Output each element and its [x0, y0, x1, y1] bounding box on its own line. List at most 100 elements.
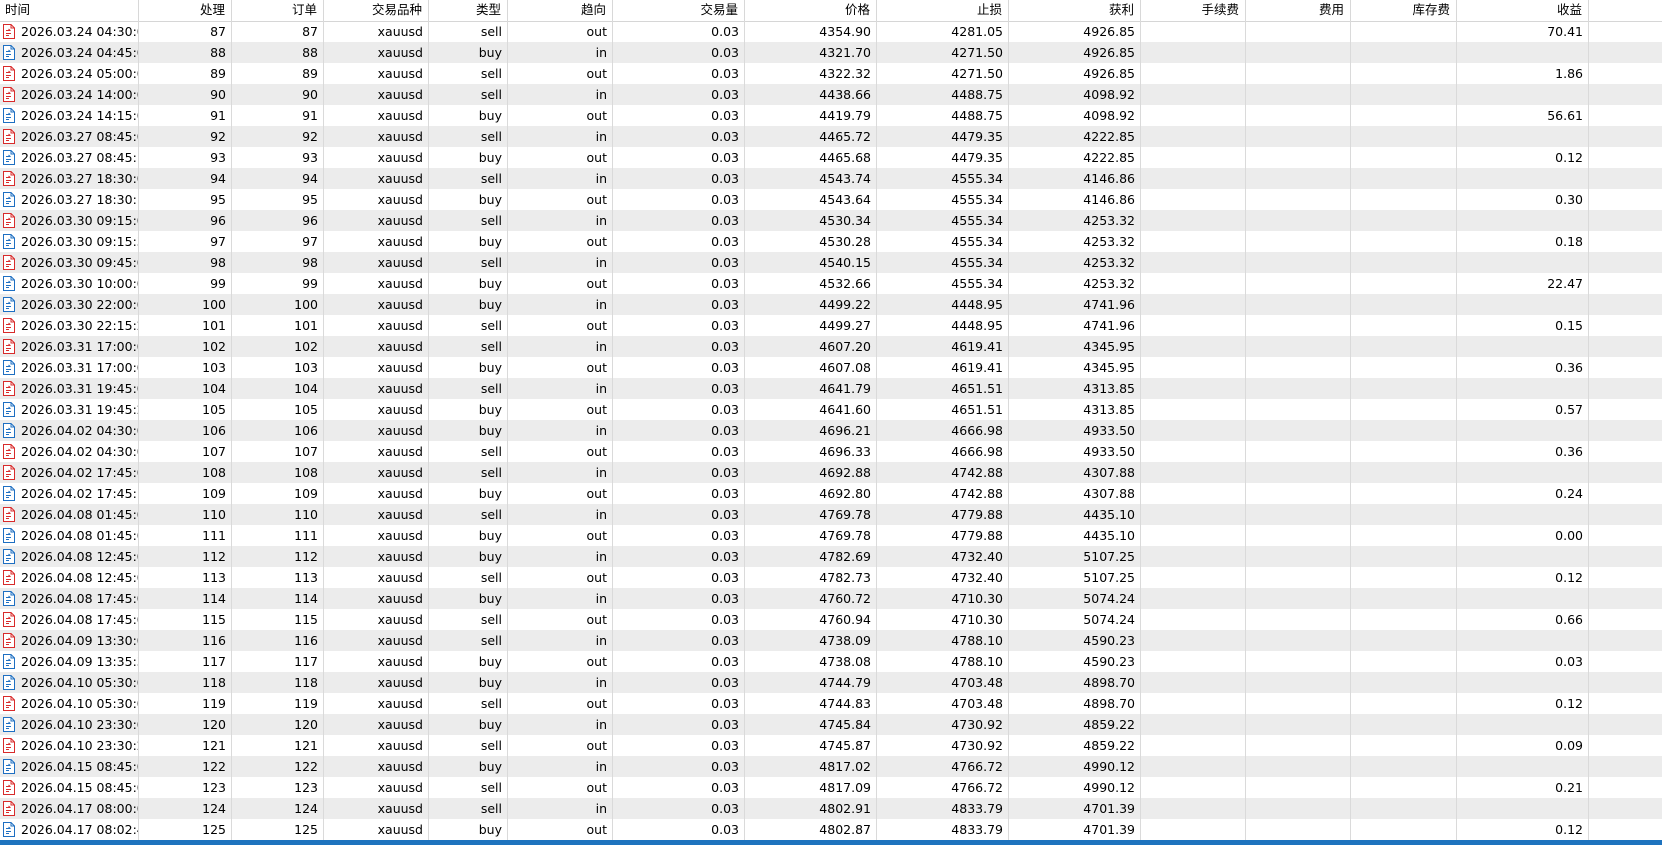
cell-type: buy — [429, 357, 508, 378]
cell-price: 4744.83 — [745, 693, 877, 714]
column-header-symbol[interactable]: 交易品种 — [324, 0, 429, 21]
cell-commission — [1141, 294, 1246, 315]
cell-profit: 0.00 — [1457, 525, 1589, 546]
table-row[interactable]: 2026.04.08 17:45:00114114xauusdbuyin0.03… — [0, 588, 1662, 609]
cell-direction: in — [508, 42, 613, 63]
table-row[interactable]: 2026.04.10 05:30:02119119xauusdsellout0.… — [0, 693, 1662, 714]
row-filler — [1589, 126, 1662, 147]
table-row[interactable]: 2026.03.30 10:00:009999xauusdbuyout0.034… — [0, 273, 1662, 294]
row-filler — [1589, 693, 1662, 714]
table-row[interactable]: 2026.04.10 23:30:00120120xauusdbuyin0.03… — [0, 714, 1662, 735]
table-row[interactable]: 2026.04.02 17:45:00108108xauusdsellin0.0… — [0, 462, 1662, 483]
column-header-tp[interactable]: 获利 — [1009, 0, 1141, 21]
table-row[interactable]: 2026.03.31 19:45:00104104xauusdsellin0.0… — [0, 378, 1662, 399]
cell-direction: in — [508, 588, 613, 609]
cell-order: 103 — [232, 357, 324, 378]
column-header-time[interactable]: 时间 — [0, 0, 139, 21]
table-row[interactable]: 2026.03.24 14:15:009191xauusdbuyout0.034… — [0, 105, 1662, 126]
cell-tp: 4253.32 — [1009, 231, 1141, 252]
cell-profit — [1457, 168, 1589, 189]
column-header-fee[interactable]: 费用 — [1246, 0, 1351, 21]
column-header-deal[interactable]: 处理 — [139, 0, 232, 21]
cell-time-text: 2026.04.08 17:45:00 — [21, 591, 138, 606]
cell-order: 102 — [232, 336, 324, 357]
table-row[interactable]: 2026.04.09 13:30:00116116xauusdsellin0.0… — [0, 630, 1662, 651]
row-filler — [1589, 399, 1662, 420]
cell-type: sell — [429, 126, 508, 147]
cell-time-text: 2026.04.15 08:45:00 — [21, 759, 138, 774]
table-row[interactable]: 2026.03.27 08:45:189393xauusdbuyout0.034… — [0, 147, 1662, 168]
table-row[interactable]: 2026.03.31 17:00:00102102xauusdsellin0.0… — [0, 336, 1662, 357]
table-row[interactable]: 2026.04.08 01:45:00110110xauusdsellin0.0… — [0, 504, 1662, 525]
buy-deal-icon — [3, 759, 15, 774]
row-filler — [1589, 546, 1662, 567]
cell-deal: 93 — [139, 147, 232, 168]
table-row[interactable]: 2026.04.08 01:45:05111111xauusdbuyout0.0… — [0, 525, 1662, 546]
column-header-sl[interactable]: 止损 — [877, 0, 1009, 21]
table-row[interactable]: 2026.04.15 08:45:00122122xauusdbuyin0.03… — [0, 756, 1662, 777]
cell-volume: 0.03 — [613, 42, 745, 63]
cell-direction: in — [508, 294, 613, 315]
cell-order: 123 — [232, 777, 324, 798]
table-row[interactable]: 2026.03.30 22:15:29101101xauusdsellout0.… — [0, 315, 1662, 336]
table-row[interactable]: 2026.04.02 04:30:00106106xauusdbuyin0.03… — [0, 420, 1662, 441]
table-row[interactable]: 2026.04.10 23:30:27121121xauusdsellout0.… — [0, 735, 1662, 756]
table-row[interactable]: 2026.03.30 09:15:009696xauusdsellin0.034… — [0, 210, 1662, 231]
cell-commission — [1141, 63, 1246, 84]
cell-commission — [1141, 147, 1246, 168]
table-row[interactable]: 2026.04.09 13:35:38117117xauusdbuyout0.0… — [0, 651, 1662, 672]
table-row[interactable]: 2026.04.10 05:30:00118118xauusdbuyin0.03… — [0, 672, 1662, 693]
cell-direction: in — [508, 84, 613, 105]
column-header-type[interactable]: 类型 — [429, 0, 508, 21]
column-header-commission[interactable]: 手续费 — [1141, 0, 1246, 21]
row-filler — [1589, 756, 1662, 777]
sell-deal-icon — [3, 612, 15, 627]
buy-deal-icon — [3, 423, 15, 438]
cell-direction: out — [508, 21, 613, 42]
column-header-direction[interactable]: 趋向 — [508, 0, 613, 21]
table-row[interactable]: 2026.03.27 18:30:009494xauusdsellin0.034… — [0, 168, 1662, 189]
table-row[interactable]: 2026.04.08 17:45:01115115xauusdsellout0.… — [0, 609, 1662, 630]
table-row[interactable]: 2026.03.24 04:45:008888xauusdbuyin0.0343… — [0, 42, 1662, 63]
table-row[interactable]: 2026.03.30 22:00:00100100xauusdbuyin0.03… — [0, 294, 1662, 315]
table-row[interactable]: 2026.03.27 08:45:009292xauusdsellin0.034… — [0, 126, 1662, 147]
column-header-volume[interactable]: 交易量 — [613, 0, 745, 21]
cell-fee — [1246, 336, 1351, 357]
table-row[interactable]: 2026.03.31 19:45:29105105xauusdbuyout0.0… — [0, 399, 1662, 420]
cell-symbol: xauusd — [324, 378, 429, 399]
cell-order: 121 — [232, 735, 324, 756]
table-row[interactable]: 2026.04.08 12:45:00112112xauusdbuyin0.03… — [0, 546, 1662, 567]
cell-volume: 0.03 — [613, 273, 745, 294]
table-row[interactable]: 2026.04.02 04:30:01107107xauusdsellout0.… — [0, 441, 1662, 462]
table-row[interactable]: 2026.04.15 08:45:01123123xauusdsellout0.… — [0, 777, 1662, 798]
table-row[interactable]: 2026.04.02 17:45:19109109xauusdbuyout0.0… — [0, 483, 1662, 504]
table-row[interactable]: 2026.04.17 08:02:40125125xauusdbuyout0.0… — [0, 819, 1662, 840]
cell-type: buy — [429, 546, 508, 567]
cell-profit: 0.30 — [1457, 189, 1589, 210]
selected-row-bar[interactable] — [0, 840, 1662, 845]
table-row[interactable]: 2026.03.27 18:30:189595xauusdbuyout0.034… — [0, 189, 1662, 210]
table-row[interactable]: 2026.03.24 14:00:009090xauusdsellin0.034… — [0, 84, 1662, 105]
table-row[interactable]: 2026.03.30 09:15:309797xauusdbuyout0.034… — [0, 231, 1662, 252]
cell-sl: 4788.10 — [877, 651, 1009, 672]
table-row[interactable]: 2026.03.24 04:30:008787xauusdsellout0.03… — [0, 21, 1662, 42]
table-row[interactable]: 2026.03.30 09:45:009898xauusdsellin0.034… — [0, 252, 1662, 273]
cell-time-text: 2026.03.31 17:00:00 — [21, 339, 138, 354]
cell-type: buy — [429, 819, 508, 840]
cell-order: 113 — [232, 567, 324, 588]
table-row[interactable]: 2026.04.17 08:00:00124124xauusdsellin0.0… — [0, 798, 1662, 819]
cell-symbol: xauusd — [324, 168, 429, 189]
column-header-price[interactable]: 价格 — [745, 0, 877, 21]
column-header-profit[interactable]: 收益 — [1457, 0, 1589, 21]
column-header-swap[interactable]: 库存费 — [1351, 0, 1457, 21]
column-header-order[interactable]: 订单 — [232, 0, 324, 21]
table-row[interactable]: 2026.03.24 05:00:008989xauusdsellout0.03… — [0, 63, 1662, 84]
cell-symbol: xauusd — [324, 777, 429, 798]
table-row[interactable]: 2026.04.08 12:45:01113113xauusdsellout0.… — [0, 567, 1662, 588]
sell-deal-icon — [3, 213, 15, 228]
cell-price: 4745.84 — [745, 714, 877, 735]
cell-type: buy — [429, 42, 508, 63]
table-row[interactable]: 2026.03.31 17:00:00103103xauusdbuyout0.0… — [0, 357, 1662, 378]
cell-profit: 22.47 — [1457, 273, 1589, 294]
cell-symbol: xauusd — [324, 798, 429, 819]
